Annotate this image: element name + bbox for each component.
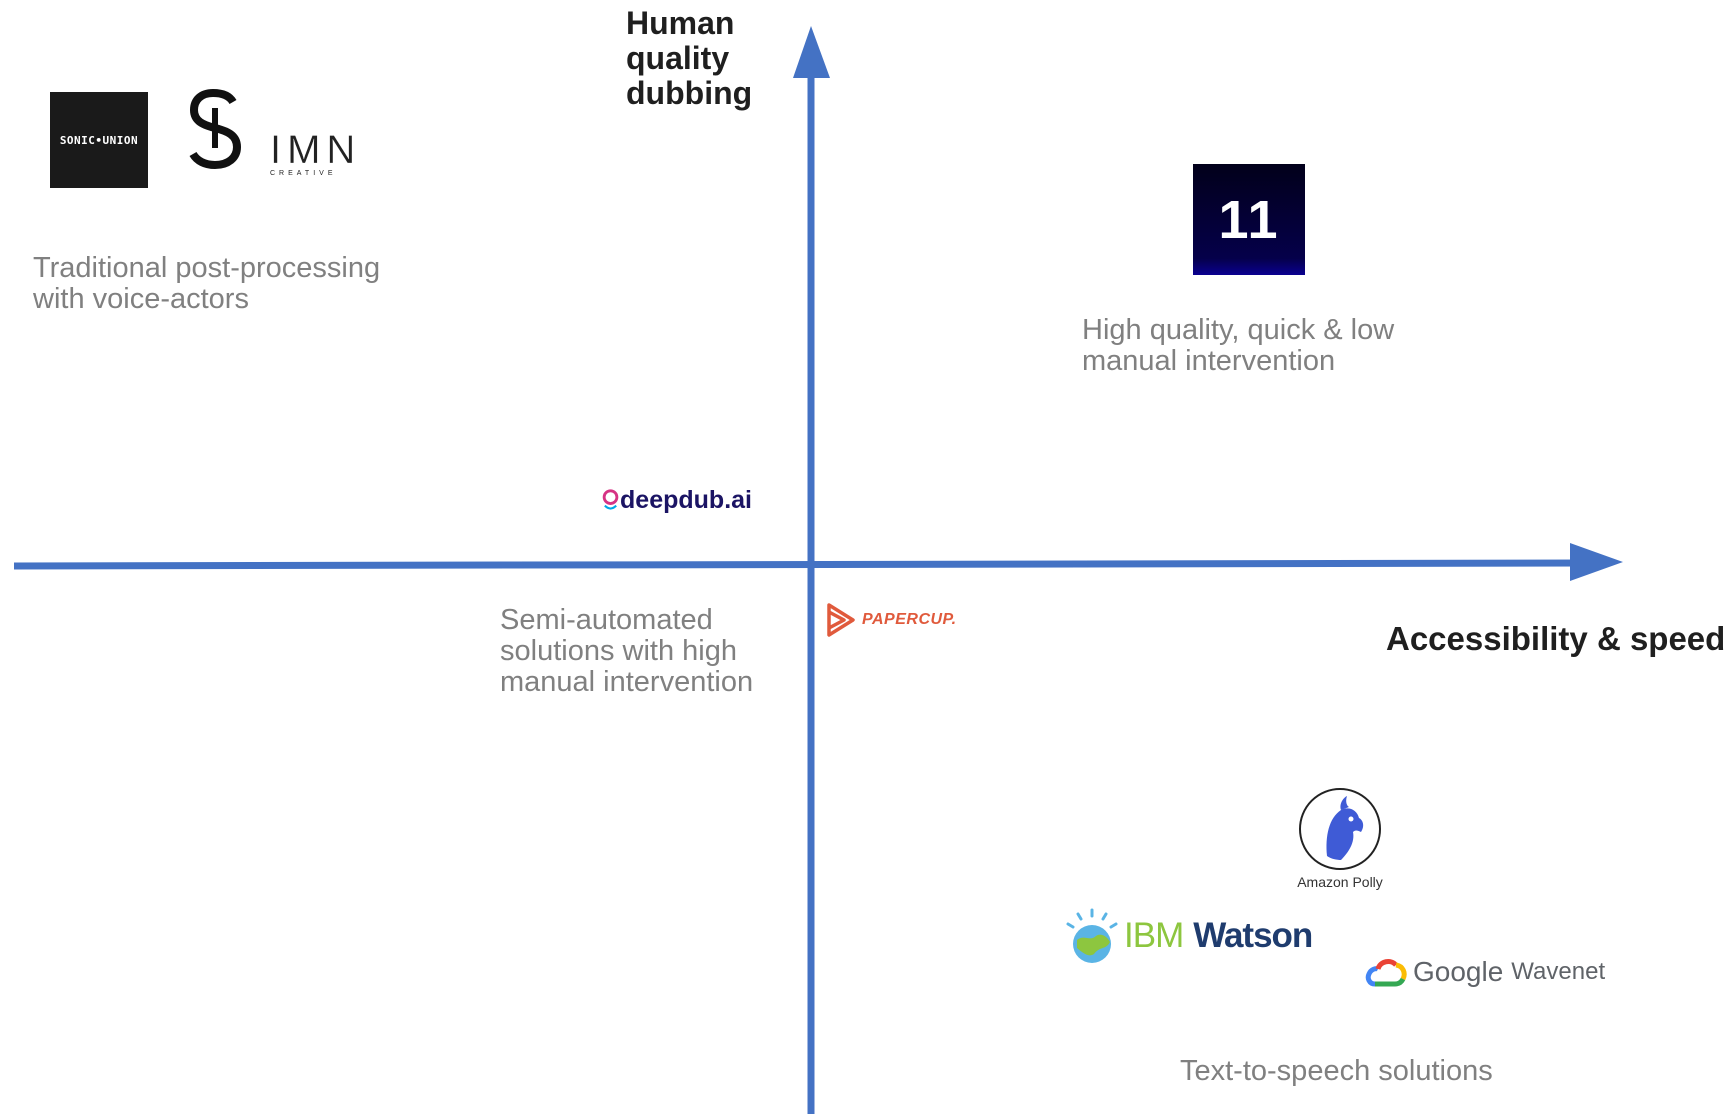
imn-creative-logo: IMN CREATIVE xyxy=(270,130,360,180)
google-cloud-icon xyxy=(1365,959,1407,987)
watson-logo-text: Watson xyxy=(1193,916,1313,955)
y-axis-label-line: dubbing xyxy=(626,75,753,111)
deepdub-logo: deepdub.ai xyxy=(602,480,752,520)
imn-logo-text: IMN xyxy=(270,128,362,172)
quadrant-top-left-text: Traditional post-processing with voice-a… xyxy=(33,253,380,315)
watson-globe-icon xyxy=(1066,908,1118,963)
s-logo-graphic xyxy=(189,88,242,170)
y-axis-label-line: quality xyxy=(626,40,730,76)
deepdub-mic-icon xyxy=(602,489,619,510)
parrot-icon xyxy=(1299,788,1381,870)
quadrant-text-line: with voice-actors xyxy=(33,283,249,315)
wavenet-logo-text: Wavenet xyxy=(1511,958,1606,985)
x-axis-label: Accessibility & speed xyxy=(1386,620,1726,657)
google-logo-text: Google xyxy=(1413,956,1504,987)
quadrant-text-line: manual intervention xyxy=(500,666,754,698)
y-axis-label-line: Human xyxy=(626,5,735,41)
google-wavenet-logo: Google Wavenet xyxy=(1365,950,1625,994)
papercup-logo: PAPERCUP. xyxy=(826,603,976,637)
amazon-polly-logo-text: Amazon Polly xyxy=(1297,874,1383,890)
quadrant-bottom-left-text: Semi-automated solutions with high manua… xyxy=(500,605,753,698)
ibm-logo-text: IBM xyxy=(1124,916,1184,955)
deepdub-logo-text: deepdub.ai xyxy=(620,485,752,514)
elevenlabs-logo: 11 xyxy=(1193,164,1305,275)
papercup-logo-text: PAPERCUP. xyxy=(862,611,957,628)
amazon-polly-logo: Amazon Polly xyxy=(1290,786,1390,892)
sonic-union-logo: SONIC•UNION xyxy=(50,92,148,188)
s-logo xyxy=(185,88,247,170)
quadrant-text-line: Traditional post-processing xyxy=(33,252,381,284)
y-axis-arrow xyxy=(793,26,830,78)
papercup-icon xyxy=(827,603,855,637)
quadrant-text-line: manual intervention xyxy=(1082,345,1336,377)
quadrant-text-line: Text-to-speech solutions xyxy=(1180,1055,1493,1087)
axes-graphic xyxy=(13,26,1623,1114)
x-axis xyxy=(13,559,1591,570)
y-axis-label: Human quality dubbing xyxy=(626,6,752,111)
elevenlabs-logo-text: 11 xyxy=(1218,189,1280,250)
quadrant-text-line: solutions with high xyxy=(500,635,737,667)
quadrant-bottom-right-text: Text-to-speech solutions xyxy=(1180,1056,1493,1087)
quadrant-top-right-text: High quality, quick & low manual interve… xyxy=(1082,315,1394,377)
sonic-union-logo-text: SONIC•UNION xyxy=(59,133,139,147)
ibm-watson-logo: IBM Watson xyxy=(1062,906,1322,966)
quadrant-text-line: High quality, quick & low xyxy=(1082,314,1395,346)
x-axis-arrow xyxy=(1570,543,1623,581)
quadrant-text-line: Semi-automated xyxy=(500,604,713,636)
